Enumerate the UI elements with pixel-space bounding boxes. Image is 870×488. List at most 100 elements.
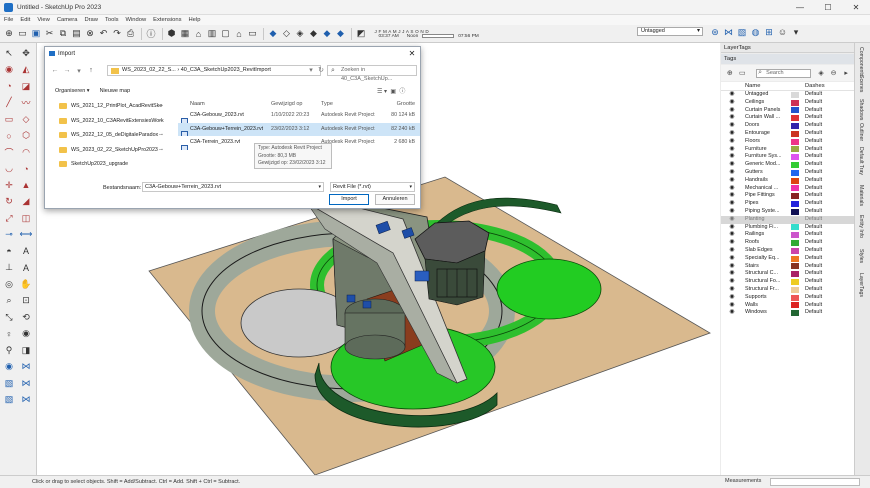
tag-color-swatch[interactable] <box>787 208 803 216</box>
rotated-rectangle-icon[interactable]: ◇ <box>19 112 33 126</box>
left-view-icon[interactable]: ⌂ <box>233 28 245 40</box>
move-tool-icon[interactable]: ✛ <box>2 178 16 192</box>
axes-tool-icon[interactable]: ⊥ <box>2 261 16 275</box>
tag-row[interactable]: ◉ Structural Fr... Default <box>721 286 854 294</box>
name-column-header[interactable]: Name <box>743 82 787 90</box>
maximize-button[interactable]: ☐ <box>814 0 842 15</box>
size-column-header[interactable]: Grootte <box>383 99 415 109</box>
tag-dashes[interactable]: Default <box>803 286 843 294</box>
offset-tool-icon[interactable]: ◫ <box>19 211 33 225</box>
tag-color-swatch[interactable] <box>787 200 803 208</box>
erase-icon[interactable]: ⊗ <box>84 28 96 40</box>
visibility-eye-icon[interactable]: ◉ <box>721 91 743 99</box>
tray-tab-default-tray[interactable]: Default Tray <box>858 147 864 175</box>
wireframe-style-icon[interactable]: ◇ <box>281 28 293 40</box>
visibility-eye-icon[interactable]: ◉ <box>721 302 743 310</box>
pan-tool-icon[interactable]: ✋ <box>19 277 33 291</box>
display-section-icon[interactable]: ◉ <box>2 360 16 374</box>
sandbox-tool-icon[interactable]: ⋈ <box>19 376 33 390</box>
tag-color-swatch[interactable] <box>787 122 803 130</box>
tag-color-swatch[interactable] <box>787 91 803 99</box>
visibility-eye-icon[interactable]: ◉ <box>721 192 743 200</box>
visibility-eye-icon[interactable]: ◉ <box>721 309 743 317</box>
file-row[interactable]: C3A-Gebouw_2023.rvt 1/10/2022 20:23 Autode… <box>178 109 420 123</box>
visibility-eye-icon[interactable]: ◉ <box>721 99 743 107</box>
tag-color-swatch[interactable] <box>787 114 803 122</box>
print-icon[interactable]: ⎙ <box>125 28 137 40</box>
visibility-eye-icon[interactable]: ◉ <box>721 294 743 302</box>
tag-dashes[interactable]: Default <box>803 122 843 130</box>
undo-icon[interactable]: ↶ <box>98 28 110 40</box>
organize-button[interactable]: Organiseren ▾ <box>55 88 90 94</box>
view-options-icon[interactable]: ☰ ▾ ▣ ⓘ <box>377 86 405 95</box>
extension-icon[interactable]: ⊞ <box>763 26 775 38</box>
push-pull-icon[interactable]: ▲ <box>19 178 33 192</box>
visibility-eye-icon[interactable]: ◉ <box>721 169 743 177</box>
tag-row[interactable]: ◉ Pipes Default <box>721 200 854 208</box>
tag-row[interactable]: ◉ Ceilings Default <box>721 99 854 107</box>
date-column-header[interactable]: Gewijzigd op <box>271 99 321 109</box>
tag-color-swatch[interactable] <box>787 169 803 177</box>
select-tool-icon[interactable]: ↖ <box>2 46 16 60</box>
tag-color-swatch[interactable] <box>787 239 803 247</box>
tag-color-swatch[interactable] <box>787 153 803 161</box>
tag-row[interactable]: ◉ Roofs Default <box>721 239 854 247</box>
tape-measure-icon[interactable]: ◔ <box>2 79 16 93</box>
tape-tool-icon[interactable]: ⊸ <box>2 228 16 242</box>
tag-row[interactable]: ◉ Entourage Default <box>721 130 854 138</box>
details-icon[interactable]: ▸ <box>841 68 851 78</box>
tag-color-swatch[interactable] <box>787 99 803 107</box>
tag-color-swatch[interactable] <box>787 263 803 271</box>
tag-color-swatch[interactable] <box>787 107 803 115</box>
menu-extensions[interactable]: Extensions <box>153 17 181 23</box>
tag-row[interactable]: ◉ Planting Default <box>721 215 854 224</box>
tag-row[interactable]: ◉ Gutters Default <box>721 169 854 177</box>
tag-row[interactable]: ◉ Doors Default <box>721 122 854 130</box>
tag-color-swatch[interactable] <box>787 146 803 154</box>
tags-panel-header[interactable]: Tags <box>721 54 854 64</box>
redo-icon[interactable]: ↷ <box>111 28 123 40</box>
save-icon[interactable]: ▣ <box>30 28 42 40</box>
tag-row[interactable]: ◉ Windows Default <box>721 309 854 317</box>
visibility-eye-icon[interactable]: ◉ <box>721 146 743 154</box>
tag-row[interactable]: ◉ Supports Default <box>721 294 854 302</box>
tag-dashes[interactable]: Default <box>803 146 843 154</box>
top-view-icon[interactable]: ▦ <box>179 28 191 40</box>
look-around-icon[interactable]: ◉ <box>19 327 33 341</box>
tag-color-swatch[interactable] <box>787 294 803 302</box>
visibility-eye-icon[interactable]: ◉ <box>721 153 743 161</box>
visibility-eye-icon[interactable]: ◉ <box>721 224 743 232</box>
shadows-toggle-icon[interactable]: ◩ <box>355 28 367 40</box>
circle-tool-icon[interactable]: ○ <box>2 129 16 143</box>
shadow-time-slider[interactable] <box>422 34 455 38</box>
tag-dashes[interactable]: Default <box>803 192 843 200</box>
polygon-tool-icon[interactable]: ⬡ <box>19 129 33 143</box>
previous-view-icon[interactable]: ⟲ <box>19 310 33 324</box>
two-point-arc-icon[interactable]: ◠ <box>19 145 33 159</box>
zoom-window-icon[interactable]: ⊡ <box>19 294 33 308</box>
menu-camera[interactable]: Camera <box>57 17 78 23</box>
color-by-tag-icon[interactable]: ◈ <box>816 68 826 78</box>
tag-row[interactable]: ◉ Mechanical ... Default <box>721 185 854 193</box>
tag-row[interactable]: ◉ Handrails Default <box>721 177 854 185</box>
tag-dashes[interactable]: Default <box>803 185 843 193</box>
position-camera-icon[interactable]: ♀ <box>2 327 16 341</box>
visibility-eye-icon[interactable]: ◉ <box>721 122 743 130</box>
sidebar-folder-item[interactable]: WS_2022_12_05_deDigitaleParadox ⊸ <box>47 128 165 143</box>
back-arrow-icon[interactable]: ← <box>49 67 61 74</box>
line-tool-icon[interactable]: ╱ <box>2 96 16 110</box>
tag-dashes[interactable]: Default <box>803 161 843 169</box>
tag-dashes[interactable]: Default <box>803 200 843 208</box>
tray-tab-shadows[interactable]: Shadows <box>858 99 864 120</box>
tag-dashes[interactable]: Default <box>803 278 843 286</box>
visibility-eye-icon[interactable]: ◉ <box>721 247 743 255</box>
monochrome-style-icon[interactable]: ◆ <box>335 28 347 40</box>
freehand-tool-icon[interactable]: 〰 <box>19 96 33 110</box>
shaded-style-icon[interactable]: ◆ <box>308 28 320 40</box>
visibility-eye-icon[interactable]: ◉ <box>721 177 743 185</box>
tag-dashes[interactable]: Default <box>803 107 843 115</box>
tag-dashes[interactable]: Default <box>803 130 843 138</box>
rectangle-tool-icon[interactable]: ▭ <box>2 112 16 126</box>
visibility-eye-icon[interactable]: ◉ <box>721 255 743 263</box>
tag-row[interactable]: ◉ Piping Syste... Default <box>721 208 854 216</box>
